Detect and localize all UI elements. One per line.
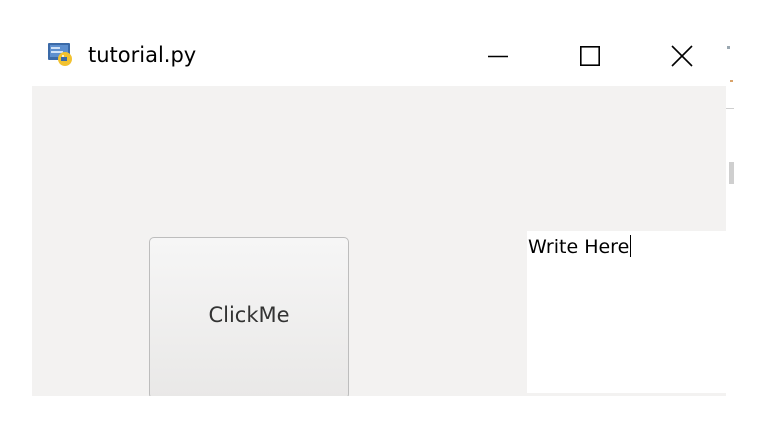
maximize-icon [579,45,601,67]
text-input-value: Write Here [528,236,630,258]
background-window-edge [726,40,734,190]
text-input-area[interactable]: Write Here [527,231,726,393]
maximize-button[interactable] [570,36,610,76]
text-caret [630,235,632,257]
minimize-icon [487,45,509,67]
close-button[interactable] [662,36,702,76]
title-bar[interactable]: tutorial.py [32,32,726,86]
clickme-button[interactable]: ClickMe [149,237,349,396]
screen: tutorial.py ClickMe Write Here [0,0,768,443]
close-icon [671,45,693,67]
window-title: tutorial.py [88,43,197,67]
minimize-button[interactable] [478,36,518,76]
window-client-area: ClickMe Write Here [32,86,726,396]
python-file-icon [47,41,75,67]
